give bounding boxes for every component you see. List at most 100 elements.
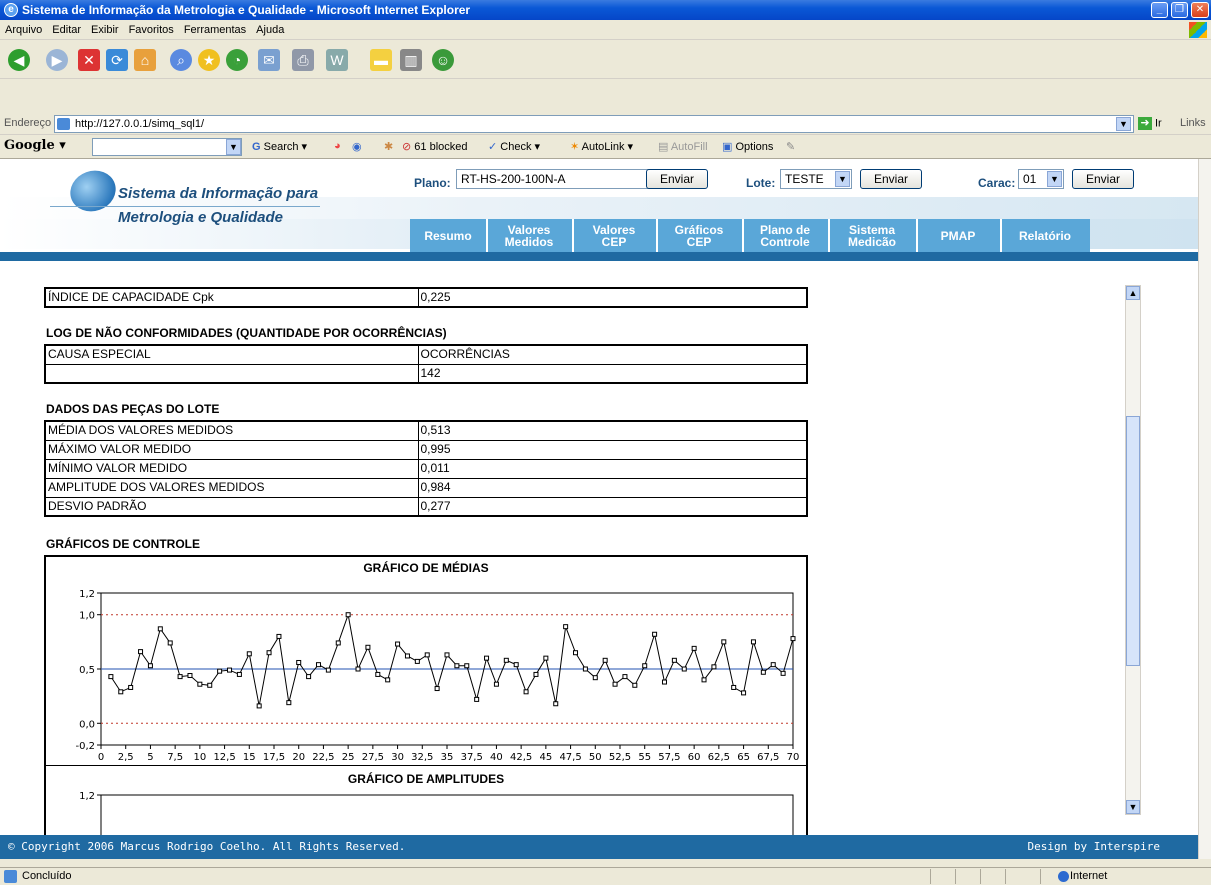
lote-enviar-button[interactable]: Enviar	[860, 169, 922, 189]
scroll-up-icon[interactable]: ▲	[1126, 286, 1140, 300]
pagerank-icon[interactable]: ◕	[334, 140, 341, 152]
tab-pmap[interactable]: PMAP	[918, 222, 998, 250]
autofill-button[interactable]: ▤ AutoFill	[658, 140, 708, 153]
forward-icon[interactable]: ▶	[46, 49, 68, 71]
popup-blocker-button[interactable]: ⊘ 61 blocked	[402, 140, 468, 153]
discuss-icon[interactable]: ▬	[370, 49, 392, 71]
close-button[interactable]: ✕	[1191, 2, 1209, 18]
data-point	[444, 652, 450, 658]
menu-exibir[interactable]: Exibir	[86, 20, 124, 40]
go-label: Ir	[1155, 117, 1162, 130]
google-logo[interactable]: Google ▾	[4, 138, 66, 153]
data-point	[493, 681, 499, 687]
x-tick-label: 0	[98, 752, 104, 763]
title-bar: e Sistema de Informação da Metrologia e …	[0, 0, 1211, 20]
x-tick-label: 7,5	[167, 752, 183, 763]
tab-label: Relatório	[1018, 229, 1071, 243]
tab-valores-medidos[interactable]: Valores Medidos	[488, 222, 570, 250]
lote-select[interactable]: TESTE ▼	[780, 169, 852, 189]
data-point	[652, 631, 658, 637]
restore-button[interactable]: ❐	[1171, 2, 1188, 18]
data-point	[553, 701, 559, 707]
y-tick-label: -0,2	[75, 741, 95, 752]
data-point	[108, 674, 114, 680]
favorites-icon[interactable]: ★	[198, 49, 220, 71]
logo-divider	[50, 206, 320, 207]
news-icon[interactable]: ◉	[352, 140, 362, 153]
menu-arquivo[interactable]: Arquivo	[0, 20, 47, 40]
mail-icon[interactable]: ✉	[258, 49, 280, 71]
page-content: Sistema da Informação para Metrologia e …	[0, 159, 1198, 859]
go-button[interactable]: ➜ Ir	[1138, 117, 1162, 130]
status-divider	[1005, 869, 1006, 884]
data-point	[167, 640, 173, 646]
back-icon[interactable]: ◀	[8, 49, 30, 71]
x-tick-label: 5	[147, 752, 153, 763]
data-point	[543, 655, 549, 661]
data-point	[375, 671, 381, 677]
lote-value: 0,995	[417, 439, 808, 460]
minimize-button[interactable]: _	[1151, 2, 1168, 18]
x-tick-label: 70	[787, 752, 800, 763]
x-tick-label: 65	[737, 752, 750, 763]
window-scrollbar[interactable]	[1198, 159, 1211, 859]
stop-icon[interactable]: ✕	[78, 49, 100, 71]
google-search-button[interactable]: G Search ▾	[252, 140, 307, 153]
tab-sistema-medicao[interactable]: Sistema Medicão	[830, 222, 914, 250]
lote-title: DADOS DAS PEÇAS DO LOTE	[46, 402, 220, 416]
data-point	[533, 671, 539, 677]
spellcheck-button[interactable]: ✓ Check ▾	[488, 140, 540, 153]
address-input[interactable]: http://127.0.0.1/simq_sql1/ ▼	[54, 115, 1134, 133]
edit-icon[interactable]: W	[326, 49, 348, 71]
data-point	[701, 677, 707, 683]
tab-valores-cep[interactable]: Valores CEP	[574, 222, 654, 250]
google-search-dropdown-icon[interactable]: ▼	[226, 139, 241, 155]
scroll-thumb[interactable]	[1126, 416, 1140, 666]
menu-editar[interactable]: Editar	[47, 20, 86, 40]
cpk-label: ÍNDICE DE CAPACIDADE Cpk	[44, 287, 419, 308]
page-icon	[57, 118, 70, 130]
tab-relatorio[interactable]: Relatório	[1002, 222, 1088, 250]
menu-favoritos[interactable]: Favoritos	[124, 20, 179, 40]
menu-ajuda[interactable]: Ajuda	[251, 20, 289, 40]
tab-label-line2: Medicão	[847, 235, 896, 249]
google-toolbar: Google ▾ ▼ G Search ▾ ◕ ◉ ✱ ⊘ 61 blocked…	[0, 135, 1211, 159]
google-search-input[interactable]	[92, 138, 242, 156]
inner-scrollbar[interactable]: ▲ ▼	[1125, 285, 1141, 815]
messenger-icon[interactable]: ☺	[432, 49, 454, 71]
x-tick-label: 10	[193, 752, 206, 763]
tab-plano-controle[interactable]: Plano de Controle	[744, 222, 826, 250]
plano-enviar-button[interactable]: Enviar	[646, 169, 708, 189]
footer-credit[interactable]: Design by Interspire	[1028, 835, 1160, 859]
options-button[interactable]: ▣ Options	[722, 140, 773, 153]
table-row: MÁXIMO VALOR MEDIDO 0,995	[44, 439, 808, 460]
search-icon[interactable]: ⌕	[170, 49, 192, 71]
carac-select[interactable]: 01 ▼	[1018, 169, 1064, 189]
address-dropdown-icon[interactable]: ▼	[1116, 117, 1131, 131]
pencil-icon[interactable]: ✎	[786, 140, 795, 153]
log-cell-causa	[44, 363, 419, 384]
carac-enviar-button[interactable]: Enviar	[1072, 169, 1134, 189]
popup-icon[interactable]: ✱	[384, 140, 393, 153]
menu-ferramentas[interactable]: Ferramentas	[179, 20, 251, 40]
table-header-row: CAUSA ESPECIAL OCORRÊNCIAS	[44, 344, 808, 365]
links-button[interactable]: Links	[1180, 117, 1206, 129]
autolink-button[interactable]: ✶ AutoLink ▾	[570, 140, 633, 153]
research-icon[interactable]: ▥	[400, 49, 422, 71]
log-table: CAUSA ESPECIAL OCORRÊNCIAS 142	[44, 344, 808, 384]
tab-label: PMAP	[940, 229, 976, 243]
blocked-count: 61 blocked	[414, 141, 468, 153]
tab-graficos-cep[interactable]: Gráficos CEP	[658, 222, 740, 250]
tab-resumo[interactable]: Resumo	[412, 222, 484, 250]
ie-icon: e	[4, 3, 18, 17]
print-icon[interactable]: ⎙	[292, 49, 314, 71]
data-point	[256, 703, 262, 709]
data-point	[642, 663, 648, 669]
history-icon[interactable]: ◔	[226, 49, 248, 71]
refresh-icon[interactable]: ⟳	[106, 49, 128, 71]
status-divider	[930, 869, 931, 884]
scroll-down-icon[interactable]: ▼	[1126, 800, 1140, 814]
internet-zone-icon	[1058, 871, 1069, 882]
status-divider	[1040, 869, 1041, 884]
home-icon[interactable]: ⌂	[134, 49, 156, 71]
